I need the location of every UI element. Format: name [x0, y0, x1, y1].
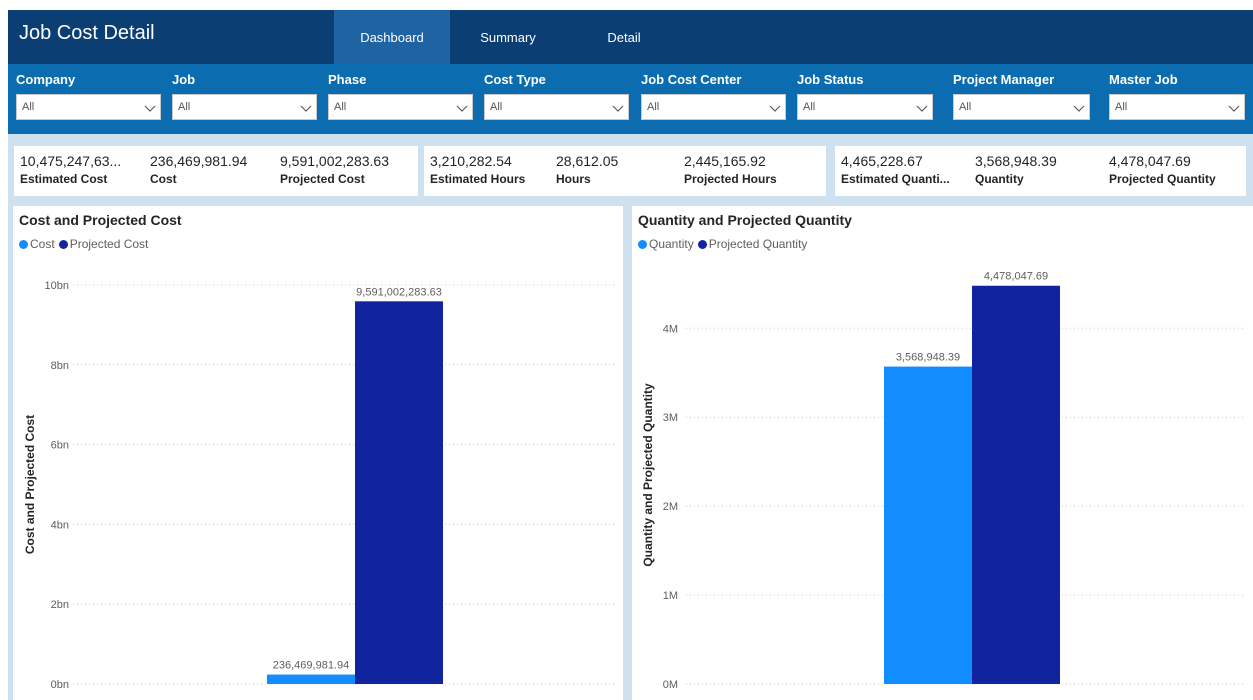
company-dropdown[interactable]: All — [16, 94, 161, 120]
kpi-value: 28,612.05 — [556, 153, 619, 169]
chevron-down-icon — [1073, 105, 1085, 112]
chevron-down-icon — [300, 105, 312, 112]
filter-value: All — [178, 101, 191, 113]
tab-summary[interactable]: Summary — [450, 10, 566, 64]
kpi-label: Estimated Hours — [430, 172, 526, 186]
data-label: 9,591,002,283.63 — [356, 286, 442, 298]
data-label: 3,568,948.39 — [896, 352, 960, 364]
tab-detail[interactable]: Detail — [566, 10, 682, 64]
master-job-dropdown[interactable]: All — [1109, 94, 1245, 120]
kpi-value: 4,478,047.69 — [1109, 153, 1191, 169]
data-label: 4,478,047.69 — [984, 271, 1048, 283]
y-tick-label: 8bn — [51, 360, 69, 372]
filter-label: Job Cost Center — [641, 72, 742, 87]
y-tick-label: 0M — [663, 679, 678, 691]
y-tick-label: 4M — [663, 323, 678, 335]
job-dropdown[interactable]: All — [172, 94, 317, 120]
y-tick-label: 0bn — [51, 679, 69, 691]
bar-projected-quantity — [972, 285, 1060, 684]
job-status-dropdown[interactable]: All — [797, 94, 933, 120]
filter-label: Company — [16, 72, 76, 87]
filter-value: All — [647, 101, 660, 113]
kpi-label: Quantity — [975, 172, 1024, 186]
cost-type-dropdown[interactable]: All — [484, 94, 629, 120]
kpi-value: 9,591,002,283.63 — [280, 153, 389, 169]
kpi-label: Projected Quantity — [1109, 172, 1216, 186]
quantity-chart: 0M 1M 2M 3M 4M Quantity and Projected Quantit… — [641, 271, 1244, 691]
kpi-label: Estimated Quanti... — [841, 172, 950, 186]
job-cost-center-dropdown[interactable]: All — [641, 94, 786, 120]
bar-quantity — [884, 366, 972, 684]
page-title: Job Cost Detail — [19, 22, 155, 44]
filter-label: Cost Type — [484, 72, 546, 87]
chevron-down-icon — [1228, 105, 1240, 112]
bar-cost — [267, 674, 355, 684]
y-axis-title: Quantity and Projected Quantity — [641, 383, 655, 567]
filter-label: Phase — [328, 72, 367, 87]
filter-value: All — [22, 101, 35, 113]
y-tick-label: 3M — [663, 412, 678, 424]
quantity-chart-panel: Quantity and Projected Quantity Quantity… — [632, 206, 1253, 700]
kpi-value: 2,445,165.92 — [684, 153, 766, 169]
kpi-value: 236,469,981.94 — [150, 153, 248, 169]
kpi-label: Hours — [556, 172, 591, 186]
filter-bar: Company All Job All Phase All Cost Type … — [8, 64, 1253, 134]
filter-label: Job Status — [797, 72, 864, 87]
y-tick-label: 2bn — [51, 599, 69, 611]
kpi-label: Cost — [150, 172, 177, 186]
kpi-value: 3,210,282.54 — [430, 153, 512, 169]
data-label: 236,469,981.94 — [273, 660, 349, 672]
filter-label: Project Manager — [953, 72, 1055, 87]
kpi-value: 4,465,228.67 — [841, 153, 923, 169]
filter-label: Master Job — [1109, 72, 1178, 87]
bar-projected-cost — [355, 301, 443, 684]
y-tick-label: 4bn — [51, 519, 69, 531]
kpi-card-quantity: 4,465,228.67 Estimated Quanti... 3,568,9… — [835, 146, 1246, 196]
kpi-value: 3,568,948.39 — [975, 153, 1057, 169]
filter-value: All — [1115, 101, 1128, 113]
kpi-label: Projected Hours — [684, 172, 777, 186]
chevron-down-icon — [916, 105, 928, 112]
cost-chart-panel: Cost and Projected Cost Cost Projected C… — [13, 206, 623, 700]
chevron-down-icon — [612, 105, 624, 112]
filter-value: All — [334, 101, 347, 113]
cost-chart: 0bn 2bn 4bn 6bn 8bn 10bn Cost and Projected Co… — [23, 280, 617, 691]
header-bar: Job Cost Detail Dashboard Summary Detail — [8, 10, 1253, 64]
chevron-down-icon — [456, 105, 468, 112]
kpi-label: Estimated Cost — [20, 172, 108, 186]
kpi-card-cost: 10,475,247,63... Estimated Cost 236,469,… — [14, 146, 418, 196]
y-tick-label: 6bn — [51, 440, 69, 452]
y-tick-label: 2M — [663, 501, 678, 513]
chevron-down-icon — [144, 105, 156, 112]
phase-dropdown[interactable]: All — [328, 94, 473, 120]
kpi-label: Projected Cost — [280, 172, 365, 186]
project-manager-dropdown[interactable]: All — [953, 94, 1090, 120]
tab-dashboard[interactable]: Dashboard — [334, 10, 450, 64]
y-tick-label: 10bn — [45, 280, 69, 292]
kpi-value: 10,475,247,63... — [20, 153, 122, 169]
y-axis-title: Cost and Projected Cost — [23, 415, 37, 554]
filter-value: All — [959, 101, 972, 113]
filter-value: All — [803, 101, 816, 113]
y-tick-label: 1M — [663, 590, 678, 602]
filter-label: Job — [172, 72, 196, 87]
filter-value: All — [490, 101, 503, 113]
kpi-card-hours: 3,210,282.54 Estimated Hours 28,612.05 H… — [424, 146, 826, 196]
chevron-down-icon — [769, 105, 781, 112]
report-canvas: Job Cost Detail Dashboard Summary Detail… — [8, 10, 1253, 700]
